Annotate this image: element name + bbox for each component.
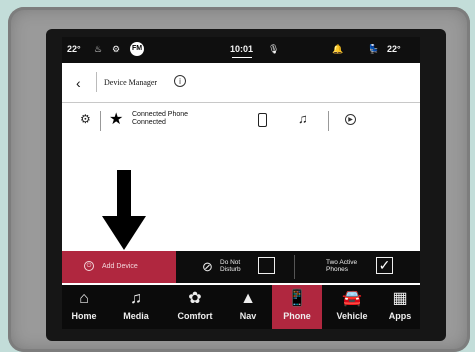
- nav-nav-label: Nav: [239, 311, 257, 321]
- driver-temperature[interactable]: 22°: [67, 44, 81, 54]
- nav-phone[interactable]: 📱 Phone: [272, 285, 322, 329]
- infotainment-screen: 22° ♨ ⚙ FM 10:01 🎙 🔔 💺 22° ‹ Device Mana…: [62, 37, 420, 329]
- page-title: Device Manager: [104, 78, 158, 87]
- two-active-phones-checkbox[interactable]: ✓: [376, 257, 393, 274]
- do-not-disturb-toggle[interactable]: ⊘ Do Not Disturb: [180, 251, 292, 283]
- nav-apps[interactable]: ▦ Apps: [380, 285, 420, 329]
- two-active-phones-label: Two Active Phones: [326, 259, 357, 273]
- grid-icon: ▦: [392, 290, 408, 307]
- music-note-icon: ♫: [130, 290, 142, 307]
- device-name: Connected Phone: [132, 111, 189, 118]
- two-active-phones-toggle[interactable]: Two Active Phones ✓: [296, 251, 420, 283]
- add-device-label: Add Device: [102, 263, 138, 270]
- car-icon: 🚘: [342, 290, 362, 307]
- nav-home[interactable]: ⌂ Home: [62, 285, 106, 329]
- options-divider: [294, 255, 295, 279]
- nav-media[interactable]: ♫ Media: [110, 285, 162, 329]
- two-phones-line-1: Two Active: [326, 259, 358, 266]
- seat-heat-icon[interactable]: ♨: [94, 44, 102, 55]
- back-button[interactable]: ‹: [76, 75, 81, 91]
- two-phones-line-2: Phones: [326, 266, 349, 273]
- dnd-line-2: Disturb: [220, 266, 241, 273]
- nav-phone-label: Phone: [283, 311, 311, 321]
- do-not-disturb-label: Do Not Disturb: [220, 259, 241, 273]
- play-icon[interactable]: ▶: [345, 114, 356, 125]
- nav-comfort[interactable]: ✿ Comfort: [166, 285, 224, 329]
- steering-heat-icon[interactable]: ⚙: [112, 44, 120, 55]
- nav-media-label: Media: [123, 311, 149, 321]
- navigation-arrow-icon: ▲: [240, 290, 256, 307]
- down-arrow-annotation: [102, 170, 146, 250]
- header-divider: [96, 72, 97, 92]
- nav-comfort-label: Comfort: [177, 311, 213, 321]
- page-header: ‹ Device Manager i: [62, 63, 420, 103]
- device-info: Connected Phone Connected: [132, 111, 188, 127]
- clock-underline: [232, 57, 252, 58]
- seat-fan-icon: ✿: [188, 290, 202, 307]
- phone-profile-icon[interactable]: [258, 113, 267, 127]
- device-row[interactable]: ⚙ ★ Connected Phone Connected ♫ ▶: [62, 103, 420, 143]
- add-device-icon: ⏻: [84, 261, 94, 271]
- microphone-icon[interactable]: 🎙: [268, 44, 279, 55]
- favorite-star-icon[interactable]: ★: [109, 109, 123, 129]
- status-bar: 22° ♨ ⚙ FM 10:01 🎙 🔔 💺 22°: [62, 37, 420, 63]
- nav-apps-label: Apps: [388, 311, 412, 321]
- row-divider-2: [328, 111, 329, 131]
- row-divider: [100, 111, 101, 131]
- nav-vehicle[interactable]: 🚘 Vehicle: [326, 285, 378, 329]
- notification-bell-icon[interactable]: 🔔: [332, 44, 343, 55]
- bottom-nav: ⌂ Home ♫ Media ✿ Comfort ▲ Nav 📱 Phone 🚘…: [62, 285, 420, 329]
- do-not-disturb-checkbox[interactable]: [258, 257, 275, 274]
- phone-icon: 📱: [287, 290, 307, 307]
- audio-profile-icon[interactable]: ♫: [298, 111, 308, 126]
- info-icon[interactable]: i: [174, 75, 186, 87]
- nav-vehicle-label: Vehicle: [336, 311, 368, 321]
- radio-badge[interactable]: FM: [130, 42, 144, 56]
- device-status: Connected: [132, 119, 166, 126]
- add-device-button[interactable]: ⏻ Add Device: [62, 251, 176, 283]
- clock: 10:01: [230, 44, 254, 54]
- options-bar: ⏻ Add Device ⊘ Do Not Disturb Two Active…: [62, 251, 420, 283]
- nav-home-label: Home: [71, 311, 97, 321]
- device-settings-icon[interactable]: ⚙: [80, 112, 91, 126]
- do-not-disturb-icon: ⊘: [202, 259, 213, 274]
- dnd-line-1: Do Not: [220, 259, 241, 266]
- home-icon: ⌂: [79, 290, 89, 307]
- passenger-temperature[interactable]: 22°: [387, 44, 401, 54]
- passenger-seat-icon[interactable]: 💺: [368, 44, 379, 55]
- nav-nav[interactable]: ▲ Nav: [228, 285, 268, 329]
